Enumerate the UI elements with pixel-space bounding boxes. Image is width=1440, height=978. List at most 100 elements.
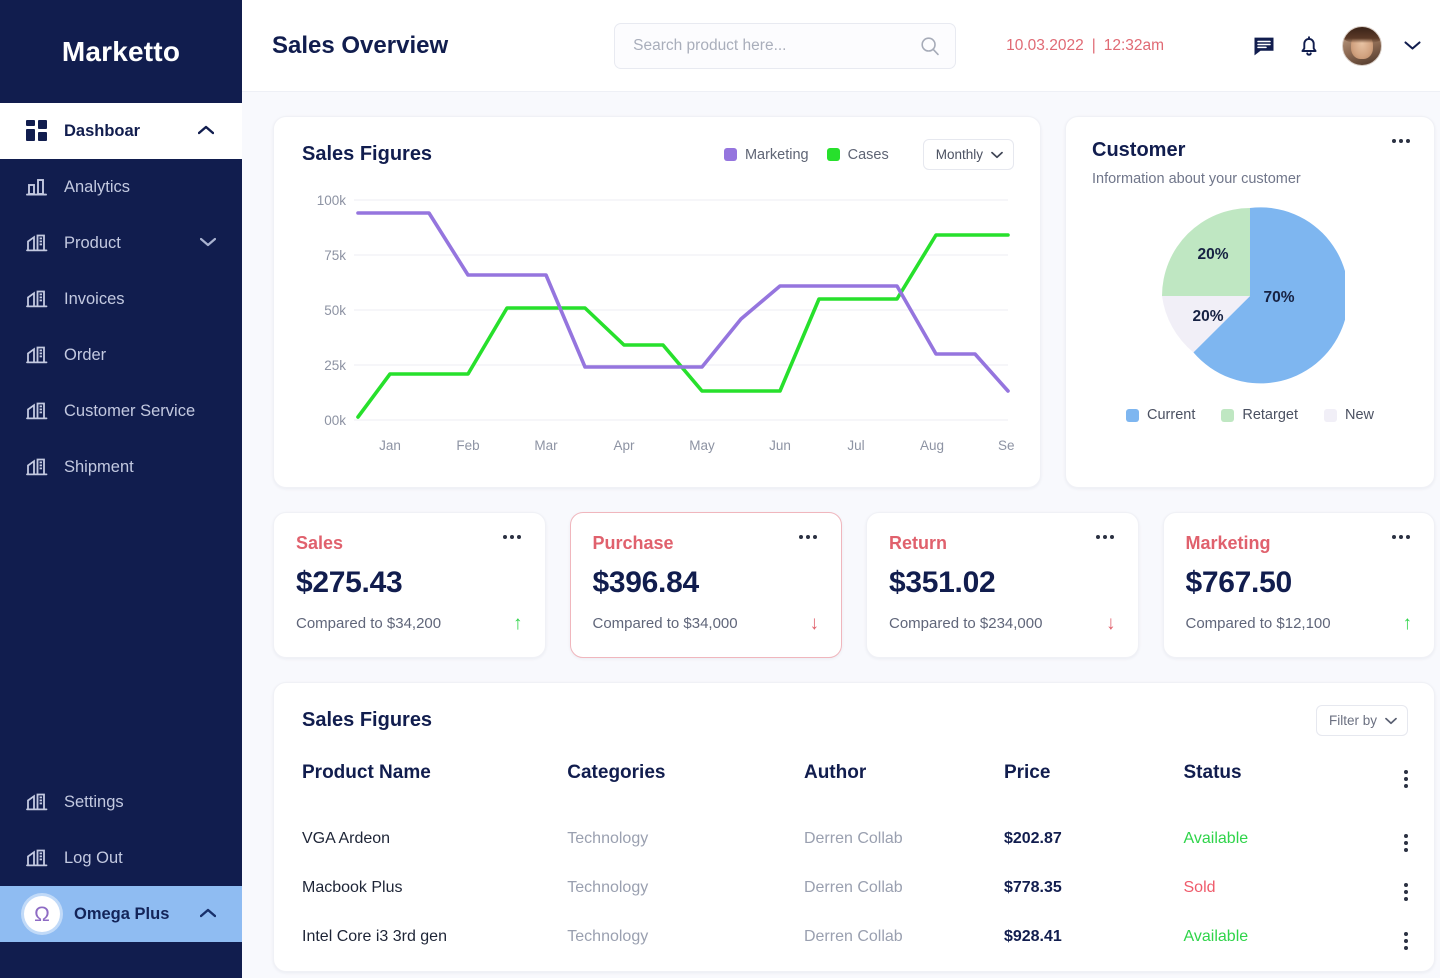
cell-product-name: Intel Core i3 3rd gen [302,927,447,945]
more-options-icon[interactable] [1095,535,1114,539]
stat-card-marketing[interactable]: Marketing $767.50 Compared to $12,100 ↑ [1162,512,1435,658]
more-options-icon[interactable] [1392,535,1410,539]
column-header-categories[interactable]: Categories [567,758,804,814]
stat-label: Return [889,533,947,553]
legend-label: Current [1147,407,1196,423]
sidebar-item-label: Customer Service [64,401,196,420]
stat-comparison: Compared to $34,000 [592,615,738,632]
pie-legend-item-retarget: Retarget [1221,407,1298,423]
column-header-author[interactable]: Author [804,758,1004,814]
sidebar-footer-spacer [0,942,242,978]
stat-card-return[interactable]: Return $351.02 Compared to $234,000 ↓ [866,512,1139,658]
period-select[interactable]: Monthly [922,139,1014,170]
sidebar-item-dashboard[interactable]: Dashboar [0,103,242,159]
stat-card-sales[interactable]: Sales $275.43 Compared to $34,200 ↑ [273,512,546,658]
period-select-value: Monthly [935,147,983,162]
sidebar-bottom-nav: Settings Log Out Ω Omega Plus [0,774,242,978]
sidebar-item-label: Settings [64,792,124,811]
legend-label: Marketing [744,146,809,163]
chevron-down-icon[interactable] [199,234,217,252]
column-header-product-name[interactable]: Product Name [302,758,567,814]
sidebar-item-label: Log Out [64,848,123,867]
sidebar-item-analytics[interactable]: Analytics [0,159,242,215]
series-line-cases [356,233,1010,419]
datetime-display: 10.03.2022 | 12:32am [1006,37,1164,55]
building-icon [24,789,50,815]
cell-category: Technology [567,878,649,896]
sales-figures-table-card: Sales Figures Filter by Product Name Cat… [273,682,1435,972]
row-more-options-icon[interactable] [1404,834,1408,852]
cell-author: Derren Collab [803,829,903,847]
stat-footer: Compared to $12,100 ↑ [1186,614,1413,633]
chevron-up-icon[interactable] [199,905,217,923]
sidebar-item-order[interactable]: Order [0,327,242,383]
sidebar-item-label: Invoices [64,289,125,308]
building-icon [24,398,50,424]
legend-label: New [1344,407,1374,423]
chevron-down-icon [1385,717,1397,724]
svg-text:75k: 75k [324,248,346,263]
customer-card-title: Customer [1092,139,1186,161]
cell-price: $928.41 [1003,927,1062,945]
column-header-actions [1367,758,1408,814]
chevron-up-icon[interactable] [197,122,215,140]
legend-swatch [723,148,737,161]
pie-legend-item-current: Current [1126,407,1195,423]
search-input[interactable] [614,22,957,69]
table-header: Product Name Categories Author Price Sta… [302,758,1408,814]
chevron-down-icon[interactable] [1404,40,1421,51]
search-box [614,22,957,69]
trend-up-icon: ↑ [513,613,523,634]
stat-card-purchase[interactable]: Purchase $396.84 Compared to $34,000 ↓ [569,512,842,658]
sidebar-item-shipment[interactable]: Shipment [0,439,242,495]
building-icon [24,286,50,312]
cell-category: Technology [567,927,649,945]
cell-product-name: VGA Ardeon [302,829,391,847]
row-more-options-icon[interactable] [1404,932,1408,950]
legend-item-marketing: Marketing [723,146,809,163]
sidebar-item-product[interactable]: Product [0,215,242,271]
pie-label-current: 70% [1263,289,1294,306]
stat-value: $767.50 [1185,566,1293,599]
cell-author: Derren Collab [803,927,903,945]
more-options-icon[interactable] [1404,770,1408,788]
sidebar-item-settings[interactable]: Settings [0,774,242,830]
sidebar-item-customer-service[interactable]: Customer Service [0,383,242,439]
cell-actions [1367,912,1408,961]
column-header-status[interactable]: Status [1184,758,1368,814]
account-switcher[interactable]: Ω Omega Plus [0,886,242,942]
pie-label-new: 20% [1192,308,1223,325]
more-options-icon[interactable] [799,535,817,539]
table-row[interactable]: VGA Ardeon Technology Derren Collab $202… [302,814,1408,863]
customer-card: Customer Information about your customer… [1065,116,1435,488]
column-header-price[interactable]: Price [1004,758,1184,814]
sidebar-item-label: Dashboar [64,121,141,140]
row-more-options-icon[interactable] [1404,883,1408,901]
page-title: Sales Overview [272,31,449,59]
message-icon[interactable] [1252,34,1276,58]
sidebar-item-invoices[interactable]: Invoices [0,271,242,327]
line-chart-plot: 100k 75k 50k 25k 00k Jan Feb Mar Apr May… [302,188,1014,460]
more-options-icon[interactable] [1392,139,1410,143]
stat-value: $351.02 [889,566,996,599]
svg-text:Sep: Sep [998,438,1014,453]
table-card-header: Sales Figures Filter by [302,705,1408,736]
brand-text: Marketto [61,35,181,67]
svg-text:00k: 00k [324,413,346,428]
series-line-marketing [356,211,1010,393]
more-options-icon[interactable] [502,535,521,539]
search-icon[interactable] [920,36,940,61]
bell-icon[interactable] [1298,34,1320,58]
table-row[interactable]: Intel Core i3 3rd gen Technology Derren … [302,912,1408,961]
building-icon [24,230,50,256]
sales-table: Product Name Categories Author Price Sta… [302,758,1408,961]
avatar[interactable] [1342,25,1382,66]
sidebar-item-logout[interactable]: Log Out [0,830,242,886]
topbar-actions [1252,25,1421,66]
filter-by-select[interactable]: Filter by [1315,705,1408,736]
svg-text:Jun: Jun [769,438,791,453]
table-row[interactable]: Macbook Plus Technology Derren Collab $7… [302,863,1408,912]
pie-chart-svg: 70% 20% 20% [1162,207,1345,384]
cell-actions [1367,814,1408,863]
trend-down-icon: ↓ [1106,613,1116,634]
